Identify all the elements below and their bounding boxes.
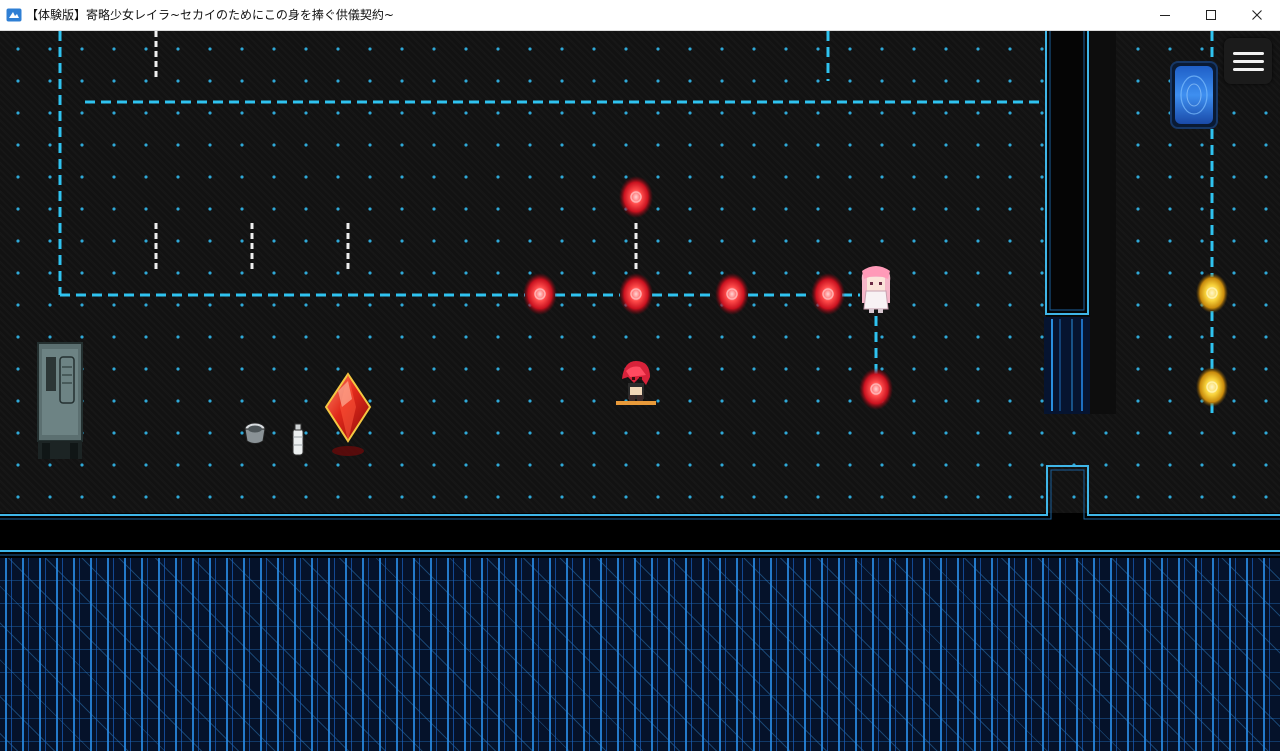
red-orbs[interactable] [523,176,893,410]
window-title: 【体験版】寄略少女レイラ~セカイのためにこの身を捧ぐ供儀契約~ [26,8,394,22]
maximize-icon [1206,10,1216,20]
blue-portal[interactable] [1170,61,1218,129]
hamburger-menu-icon [1232,51,1264,55]
gold-orb[interactable] [1196,273,1228,313]
neon-path-lines [58,31,1214,414]
title-bar[interactable]: 【体験版】寄略少女レイラ~セカイのためにこの身を捧ぐ供儀契約~ [0,0,1280,31]
npc-pink-haired-girl[interactable] [861,266,891,313]
minimize-icon [1160,15,1170,16]
game-viewport[interactable] [0,31,1280,751]
lower-wall [0,465,1280,558]
player-character[interactable] [616,361,656,405]
hamburger-menu-icon [1232,67,1264,71]
close-button[interactable] [1234,0,1280,30]
red-orb[interactable] [859,368,893,410]
red-orb[interactable] [811,273,845,315]
bottle-item[interactable] [292,423,304,456]
bucket-item[interactable] [244,422,266,444]
maximize-button[interactable] [1188,0,1234,30]
menu-button[interactable] [1224,38,1272,84]
white-markers [154,31,638,271]
red-orb[interactable] [619,176,653,218]
app-icon [6,8,22,22]
minimize-button[interactable] [1142,0,1188,30]
red-orb[interactable] [715,273,749,315]
red-orb[interactable] [523,273,557,315]
gold-orbs[interactable] [1196,273,1228,407]
game-window: 【体験版】寄略少女レイラ~セカイのためにこの身を捧ぐ供儀契約~ [0,0,1280,751]
gold-orb[interactable] [1196,367,1228,407]
red-save-crystal[interactable] [324,372,372,456]
hamburger-menu-icon [1232,59,1264,63]
locker-terminal[interactable] [37,342,83,459]
red-orb[interactable] [619,273,653,315]
close-icon [1252,10,1262,20]
map-layer [0,31,1280,558]
right-wall [1044,31,1116,414]
